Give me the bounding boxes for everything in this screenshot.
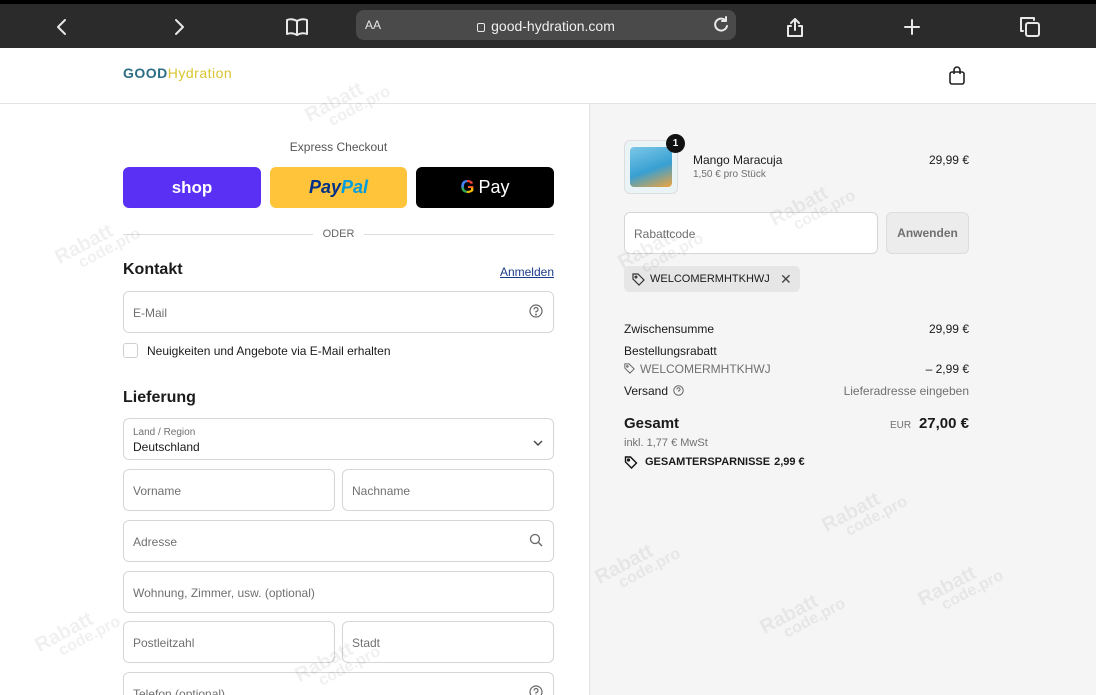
total-savings: GESAMTERSPARNISSE 2,99 € (624, 456, 805, 469)
remove-discount-icon[interactable]: ✕ (780, 271, 792, 288)
address-field[interactable]: Adresse (123, 520, 554, 562)
or-divider: ODER (123, 228, 554, 242)
product-unit-price: 1,50 € pro Stück (693, 169, 766, 180)
discount-code-input[interactable]: Rabattcode (624, 212, 878, 254)
product-name: Mango Maracuja (693, 153, 783, 167)
apply-discount-button[interactable]: Anwenden (886, 212, 969, 254)
back-icon[interactable] (47, 12, 77, 42)
quantity-badge: 1 (666, 134, 685, 153)
new-tab-icon[interactable] (897, 12, 927, 42)
vat-note: inkl. 1,77 € MwSt (624, 437, 708, 449)
url-text: good-hydration.com (356, 18, 736, 34)
shopping-bag-icon[interactable] (948, 66, 966, 91)
apartment-field[interactable]: Wohnung, Zimmer, usw. (optional) (123, 571, 554, 613)
email-field[interactable]: E-Mail (123, 291, 554, 333)
site-header: GOODHydration (0, 48, 1096, 104)
city-field[interactable]: Stadt (342, 621, 554, 663)
shop-pay-button[interactable]: shop (123, 167, 261, 208)
browser-toolbar: AA good-hydration.com (0, 0, 1096, 48)
country-select[interactable]: Land / Region Deutschland (123, 418, 554, 460)
forward-icon[interactable] (164, 12, 194, 42)
zip-field[interactable]: Postleitzahl (123, 621, 335, 663)
delivery-heading: Lieferung (123, 389, 196, 406)
express-checkout-title: Express Checkout (289, 140, 388, 154)
search-icon (529, 533, 543, 552)
bookmarks-icon[interactable] (282, 12, 312, 42)
tag-icon (624, 363, 635, 377)
share-icon[interactable] (780, 12, 810, 42)
tag-icon (624, 456, 638, 472)
tabs-overview-icon[interactable] (1015, 12, 1045, 42)
paypal-button[interactable]: Pay Pal (270, 167, 407, 208)
google-icon: G (460, 177, 475, 197)
contact-heading: Kontakt (123, 261, 183, 278)
newsletter-label: Neuigkeiten und Angebote via E-Mail erha… (147, 344, 391, 358)
applied-discount-chip: WELCOMERMHTKHWJ ✕ (624, 266, 800, 292)
newsletter-checkbox[interactable] (123, 343, 138, 358)
order-summary: 1 Mango Maracuja 1,50 € pro Stück 29,99 … (589, 104, 1096, 695)
phone-field[interactable]: Telefon (optional) (123, 672, 554, 695)
total-label: Gesamt (624, 415, 680, 432)
login-link[interactable]: Anmelden (470, 265, 554, 279)
chevron-down-icon (533, 434, 543, 452)
last-name-field[interactable]: Nachname (342, 469, 554, 511)
google-pay-button[interactable]: G Pay (416, 167, 554, 208)
help-icon[interactable] (529, 304, 543, 323)
first-name-field[interactable]: Vorname (123, 469, 335, 511)
address-bar[interactable]: AA good-hydration.com (356, 10, 736, 40)
product-price: 29,99 € (928, 153, 969, 167)
checkout-form: Express Checkout shop Pay Pal G Pay ODER K… (0, 104, 589, 695)
total-value: 27,00 € (918, 415, 969, 432)
tag-icon (632, 273, 645, 289)
brand-logo[interactable]: GOODHydration (123, 65, 232, 81)
help-icon[interactable] (529, 685, 543, 695)
info-icon[interactable] (673, 385, 685, 399)
product-image: 1 (624, 134, 685, 194)
lock-icon (477, 23, 486, 32)
reload-icon[interactable] (712, 16, 730, 39)
